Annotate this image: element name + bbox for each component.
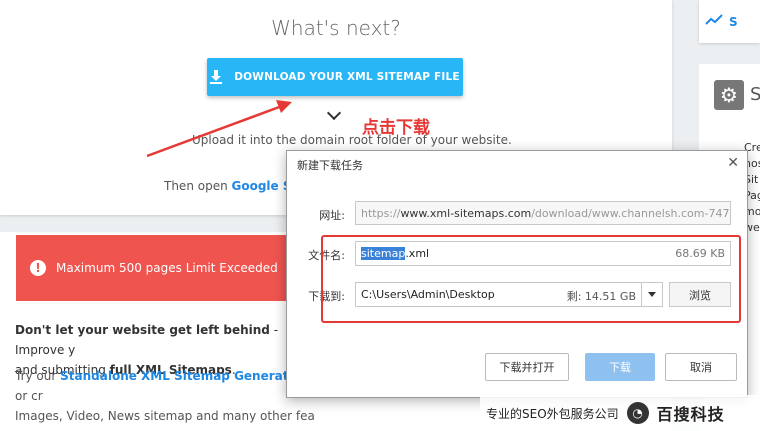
annotation-text: 点击下载: [362, 118, 430, 138]
watermark-brand: 百搜科技: [656, 405, 725, 424]
url-prefix: https://: [361, 207, 401, 220]
dialog-title: 新建下载任务: [297, 159, 363, 172]
filename-selected: sitemap: [361, 247, 406, 260]
url-host: www.xml-sitemaps.com: [400, 207, 532, 220]
filename-input[interactable]: sitemap.xml 68.69 KB: [355, 241, 731, 266]
free-space: 剩: 14.51 GB: [566, 290, 636, 303]
file-size: 68.69 KB: [675, 247, 725, 260]
new-download-dialog: 新建下载任务 ✕ 网址: https://www.xml-sitemaps.co…: [286, 150, 748, 398]
url-field[interactable]: https://www.xml-sitemaps.com/download/ww…: [355, 201, 731, 225]
download-and-open-button[interactable]: 下载并打开: [485, 353, 569, 381]
watermark: 专业的SEO外包服务公司 ◔ 百搜科技: [480, 395, 760, 431]
watermark-logo-icon: ◔: [626, 402, 649, 424]
download-button[interactable]: 下载: [585, 353, 655, 381]
cancel-button[interactable]: 取消: [665, 353, 737, 381]
filename-label: 文件名:: [308, 249, 345, 262]
path-dropdown-button[interactable]: [641, 282, 663, 307]
save-path-label: 下载到:: [308, 290, 345, 303]
browse-button[interactable]: 浏览: [669, 282, 731, 307]
url-rest: /download/www.channelsh.com-747e7e: [531, 207, 731, 220]
filename-ext: .xml: [405, 247, 430, 260]
chevron-down-icon: [648, 292, 656, 297]
watermark-text: 专业的SEO外包服务公司: [486, 406, 619, 421]
save-path-value: C:\Users\Admin\Desktop: [361, 288, 495, 301]
url-label: 网址:: [319, 209, 345, 222]
close-icon[interactable]: ✕: [727, 155, 739, 171]
save-path-input[interactable]: C:\Users\Admin\Desktop 剩: 14.51 GB: [355, 282, 663, 307]
